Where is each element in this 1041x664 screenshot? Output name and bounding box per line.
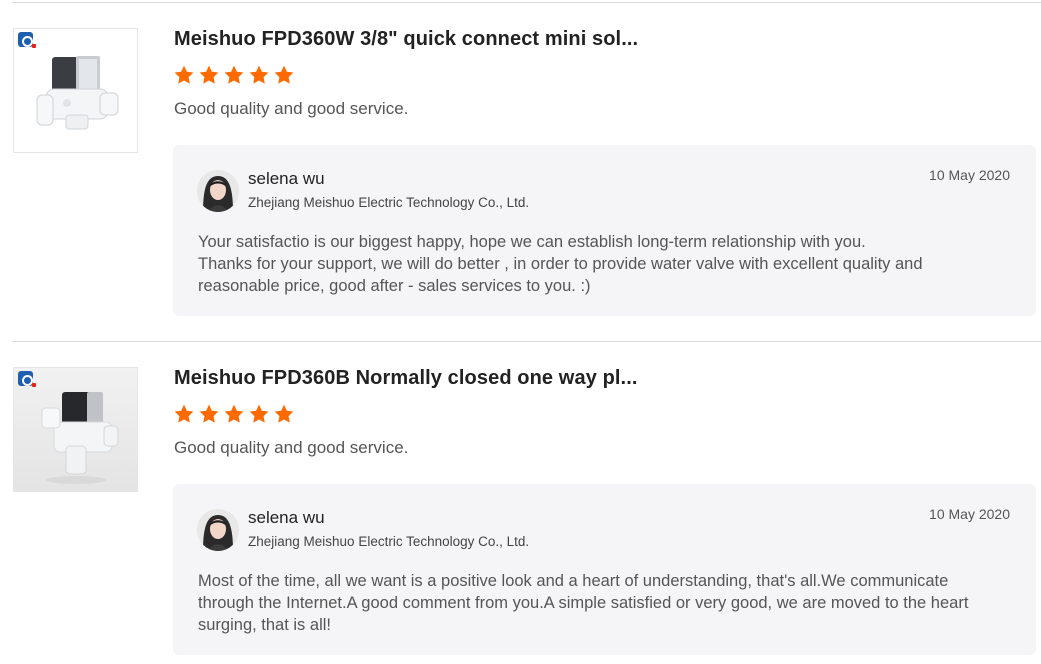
divider xyxy=(12,2,1041,3)
product-title[interactable]: Meishuo FPD360W 3/8" quick connect mini … xyxy=(174,28,654,51)
reply-date: 10 May 2020 xyxy=(929,506,1010,522)
star-rating xyxy=(173,64,295,86)
star-icon xyxy=(174,65,194,84)
avatar xyxy=(197,170,239,212)
star-icon xyxy=(199,65,219,84)
review-comment: Good quality and good service. xyxy=(174,99,409,118)
star-icon xyxy=(249,404,269,423)
star-icon xyxy=(224,65,244,84)
star-rating xyxy=(173,403,295,425)
divider xyxy=(12,341,1041,342)
seller-reply: selena wu Zhejiang Meishuo Electric Tech… xyxy=(173,145,1036,316)
star-icon xyxy=(274,65,294,84)
star-icon xyxy=(199,404,219,423)
review-item: Meishuo FPD360B Normally closed one way … xyxy=(0,367,1041,664)
review-list: Meishuo FPD360W 3/8" quick connect mini … xyxy=(0,0,1041,664)
avatar xyxy=(197,509,239,551)
seller-avatar-image xyxy=(197,509,239,551)
review-item: Meishuo FPD360W 3/8" quick connect mini … xyxy=(0,28,1041,358)
seller-company: Zhejiang Meishuo Electric Technology Co.… xyxy=(248,195,530,210)
seller-avatar-image xyxy=(197,170,239,212)
seller-name: selena wu xyxy=(248,508,325,527)
brand-logo-icon xyxy=(18,32,36,48)
star-icon xyxy=(274,404,294,423)
reply-text: Your satisfactio is our biggest happy, h… xyxy=(198,233,923,295)
review-comment: Good quality and good service. xyxy=(174,438,409,457)
brand-logo-icon xyxy=(18,371,36,387)
reply-text: Most of the time, all we want is a posit… xyxy=(198,572,969,634)
star-icon xyxy=(174,404,194,423)
product-thumbnail[interactable] xyxy=(13,28,138,153)
seller-reply: selena wu Zhejiang Meishuo Electric Tech… xyxy=(173,484,1036,655)
seller-name: selena wu xyxy=(248,169,325,188)
star-icon xyxy=(249,65,269,84)
reply-date: 10 May 2020 xyxy=(929,167,1010,183)
product-thumbnail[interactable] xyxy=(13,367,138,492)
star-icon xyxy=(224,404,244,423)
product-title[interactable]: Meishuo FPD360B Normally closed one way … xyxy=(174,367,654,390)
seller-company: Zhejiang Meishuo Electric Technology Co.… xyxy=(248,534,530,549)
